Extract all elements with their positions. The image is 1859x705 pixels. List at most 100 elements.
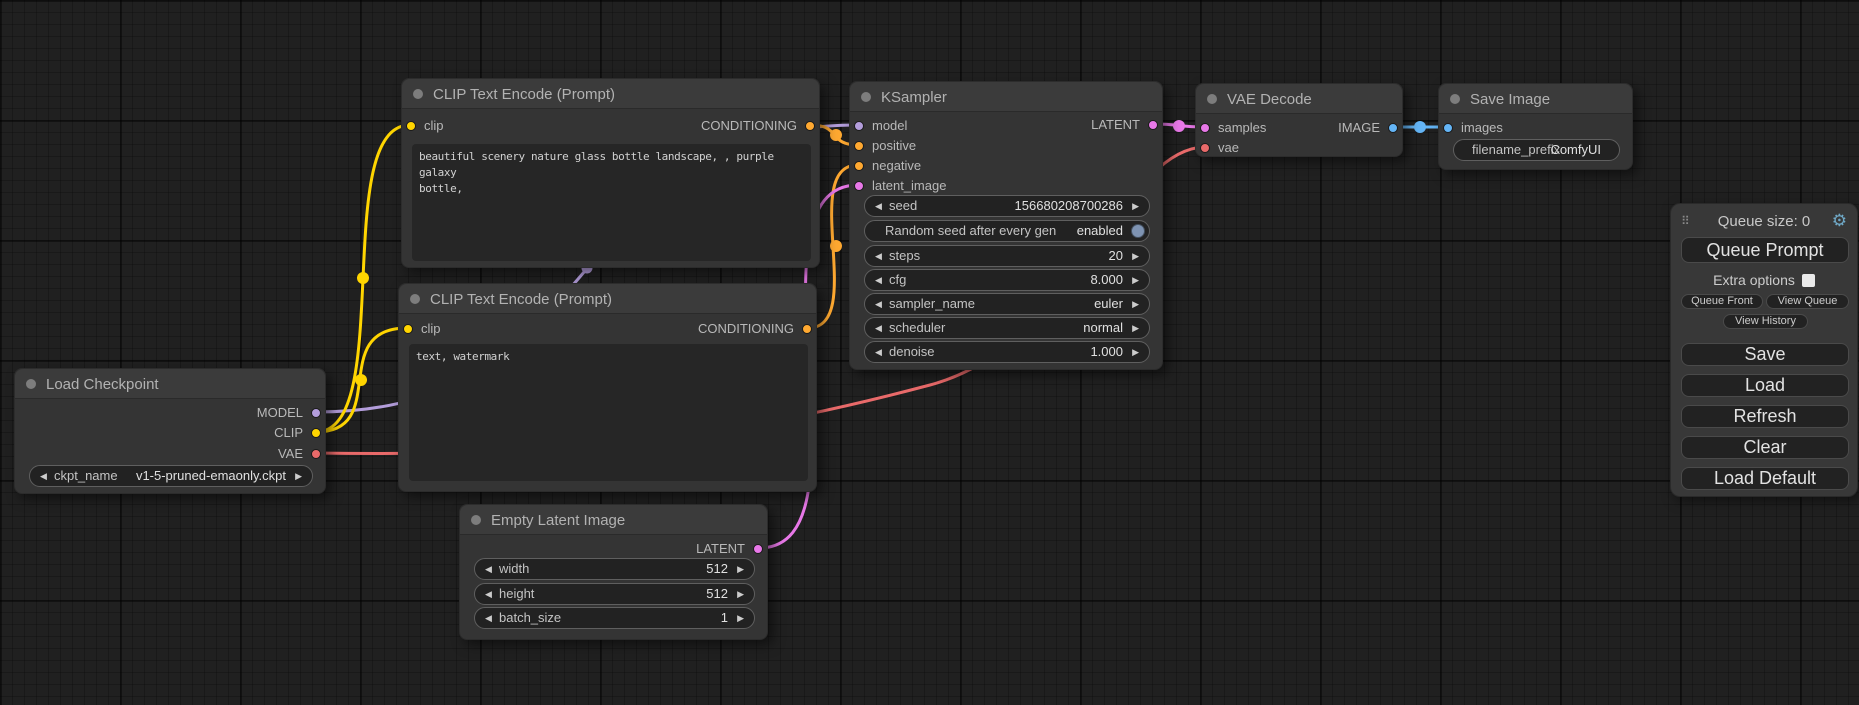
vae-input-port[interactable] [1200,143,1210,153]
denoise-widget[interactable]: ◀ denoise 1.000 ▶ [864,341,1150,363]
decrement-arrow-icon[interactable]: ◀ [875,318,882,338]
node-empty-latent-image[interactable]: Empty Latent Image LATENT ◀ width 512 ▶ … [459,504,768,640]
output-label-conditioning: CONDITIONING [701,118,797,134]
node-title: VAE Decode [1227,91,1312,108]
seed-widget[interactable]: ◀ seed 156680208700286 ▶ [864,195,1150,217]
negative-input-port[interactable] [854,161,864,171]
node-clip-text-encode-positive[interactable]: CLIP Text Encode (Prompt) clip CONDITION… [401,78,820,268]
decrement-arrow-icon[interactable]: ◀ [485,584,492,604]
conditioning-output-port[interactable] [805,121,815,131]
node-title-bar[interactable]: VAE Decode [1196,84,1402,114]
widget-value: euler [1094,294,1123,314]
node-graph-canvas[interactable]: Load Checkpoint MODEL CLIP VAE ◀ ckpt_na… [0,0,1859,705]
decrement-arrow-icon[interactable]: ◀ [875,270,882,290]
decrement-arrow-icon[interactable]: ◀ [875,294,882,314]
collapse-dot-icon[interactable] [1450,94,1460,104]
settings-gear-icon[interactable]: ⚙ [1832,211,1847,231]
widget-value: ComfyUI [1550,140,1601,160]
decrement-arrow-icon[interactable]: ◀ [875,246,882,266]
increment-arrow-icon[interactable]: ▶ [1132,196,1139,216]
widget-value: 1.000 [1090,342,1123,362]
clip-input-port[interactable] [403,324,413,334]
collapse-dot-icon[interactable] [1207,94,1217,104]
extra-options-checkbox[interactable] [1802,274,1815,287]
increment-arrow-icon[interactable]: ▶ [1132,246,1139,266]
cfg-widget[interactable]: ◀ cfg 8.000 ▶ [864,269,1150,291]
view-queue-button[interactable]: View Queue [1766,294,1849,309]
scheduler-widget[interactable]: ◀ scheduler normal ▶ [864,317,1150,339]
node-title-bar[interactable]: CLIP Text Encode (Prompt) [399,284,816,314]
clip-input-port[interactable] [406,121,416,131]
images-input-port[interactable] [1443,123,1453,133]
increment-arrow-icon[interactable]: ▶ [1132,294,1139,314]
conditioning-output-port[interactable] [802,324,812,334]
widget-label: filename_prefix [1472,140,1560,160]
batch-size-widget[interactable]: ◀ batch_size 1 ▶ [474,607,755,629]
save-button[interactable]: Save [1681,343,1849,366]
node-title: Load Checkpoint [46,376,159,393]
node-ksampler[interactable]: KSampler LATENT model positive negative … [849,81,1163,370]
increment-arrow-icon[interactable]: ▶ [295,466,302,486]
increment-arrow-icon[interactable]: ▶ [737,608,744,628]
node-title-bar[interactable]: Save Image [1439,84,1632,114]
collapse-dot-icon[interactable] [413,89,423,99]
widget-label: seed [889,196,917,216]
queue-front-button[interactable]: Queue Front [1681,294,1763,309]
load-button[interactable]: Load [1681,374,1849,397]
increment-arrow-icon[interactable]: ▶ [737,559,744,579]
clip-output-port[interactable] [311,428,321,438]
refresh-button[interactable]: Refresh [1681,405,1849,428]
image-output-port[interactable] [1388,123,1398,133]
widget-label: denoise [889,342,935,362]
output-label-latent: LATENT [1091,117,1140,133]
decrement-arrow-icon[interactable]: ◀ [40,466,47,486]
height-widget[interactable]: ◀ height 512 ▶ [474,583,755,605]
latent-output-port[interactable] [1148,120,1158,130]
latent-output-port[interactable] [753,544,763,554]
collapse-dot-icon[interactable] [861,92,871,102]
increment-arrow-icon[interactable]: ▶ [737,584,744,604]
node-title-bar[interactable]: Empty Latent Image [460,505,767,535]
vae-output-port[interactable] [311,449,321,459]
decrement-arrow-icon[interactable]: ◀ [875,196,882,216]
latent-image-input-port[interactable] [854,181,864,191]
width-widget[interactable]: ◀ width 512 ▶ [474,558,755,580]
decrement-arrow-icon[interactable]: ◀ [485,608,492,628]
widget-value: 512 [706,584,728,604]
node-vae-decode[interactable]: VAE Decode samples IMAGE vae [1195,83,1403,157]
widget-value: 1 [721,608,728,628]
widget-label: width [499,559,529,579]
collapse-dot-icon[interactable] [26,379,36,389]
node-save-image[interactable]: Save Image images filename_prefix ComfyU… [1438,83,1633,170]
samples-input-port[interactable] [1200,123,1210,133]
increment-arrow-icon[interactable]: ▶ [1132,318,1139,338]
node-load-checkpoint[interactable]: Load Checkpoint MODEL CLIP VAE ◀ ckpt_na… [14,368,326,494]
positive-input-port[interactable] [854,141,864,151]
filename-prefix-widget[interactable]: filename_prefix ComfyUI [1453,139,1620,161]
increment-arrow-icon[interactable]: ▶ [1132,342,1139,362]
sampler-name-widget[interactable]: ◀ sampler_name euler ▶ [864,293,1150,315]
queue-menu-panel: ⠿ Queue size: 0 ⚙ Queue Prompt Extra opt… [1670,203,1858,497]
decrement-arrow-icon[interactable]: ◀ [875,342,882,362]
collapse-dot-icon[interactable] [410,294,420,304]
decrement-arrow-icon[interactable]: ◀ [485,559,492,579]
view-history-button[interactable]: View History [1723,314,1808,329]
node-title-bar[interactable]: KSampler [850,82,1162,112]
queue-prompt-button[interactable]: Queue Prompt [1681,237,1849,263]
clear-button[interactable]: Clear [1681,436,1849,459]
steps-widget[interactable]: ◀ steps 20 ▶ [864,245,1150,267]
load-default-button[interactable]: Load Default [1681,467,1849,490]
random-seed-widget[interactable]: Random seed after every gen enabled [864,220,1150,242]
model-input-port[interactable] [854,121,864,131]
prompt-textarea[interactable]: text, watermark [409,344,808,481]
widget-label: ckpt_name [54,466,118,486]
node-title-bar[interactable]: Load Checkpoint [15,369,325,399]
ckpt-name-widget[interactable]: ◀ ckpt_name v1-5-pruned-emaonly.ckpt ▶ [29,465,313,487]
prompt-textarea[interactable]: beautiful scenery nature glass bottle la… [412,144,811,261]
model-output-port[interactable] [311,408,321,418]
node-clip-text-encode-negative[interactable]: CLIP Text Encode (Prompt) clip CONDITION… [398,283,817,492]
node-title-bar[interactable]: CLIP Text Encode (Prompt) [402,79,819,109]
collapse-dot-icon[interactable] [471,515,481,525]
increment-arrow-icon[interactable]: ▶ [1132,270,1139,290]
toggle-dot-icon[interactable] [1131,224,1145,238]
